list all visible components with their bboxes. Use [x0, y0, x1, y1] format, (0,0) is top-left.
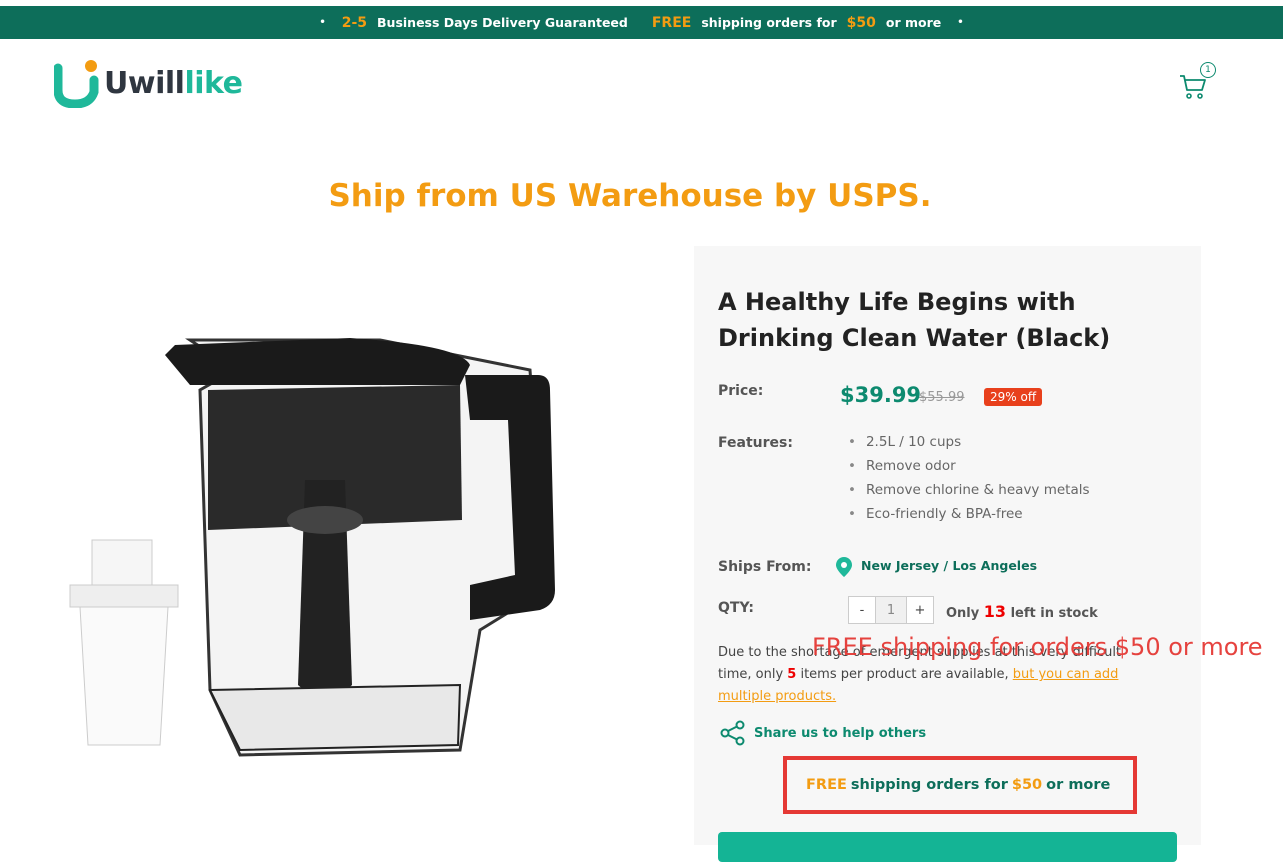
feature-item: 2.5L / 10 cups [848, 430, 1090, 454]
cart-count-badge: 1 [1200, 62, 1216, 78]
share-icon [720, 720, 745, 746]
quantity-stepper: - 1 + [848, 596, 934, 624]
cart-button[interactable]: 1 [1178, 62, 1218, 102]
feature-item: Eco-friendly & BPA-free [848, 502, 1090, 526]
product-title: A Healthy Life Begins with Drinking Clea… [718, 288, 1111, 352]
feature-item: Remove odor [848, 454, 1090, 478]
free-shipping-overlay: FREE shipping for orders $50 or more [812, 633, 1263, 661]
qty-label: QTY: [718, 600, 754, 616]
ships-from-label: Ships From: [718, 559, 812, 575]
qty-decrease-button[interactable]: - [848, 596, 876, 624]
ship-heading: Ship from US Warehouse by USPS. [328, 178, 932, 214]
price: $39.99 [840, 383, 922, 407]
feature-item: Remove chlorine & heavy metals [848, 478, 1090, 502]
free-text: FREE [651, 14, 692, 31]
qty-input[interactable]: 1 [876, 596, 906, 624]
qty-increase-button[interactable]: + [906, 596, 934, 624]
share-link[interactable]: Share us to help others [720, 720, 926, 746]
ships-from-value: New Jersey / Los Angeles [861, 558, 1038, 573]
add-to-cart-button[interactable] [718, 832, 1177, 862]
bullet-left: • [319, 17, 326, 28]
location-pin-icon [836, 557, 852, 577]
announcement-bar: • 2-5 Business Days Delivery Guaranteed … [0, 6, 1283, 39]
old-price: $55.99 [919, 390, 965, 405]
delivery-days: 2-5 [341, 14, 368, 31]
price-label: Price: [718, 383, 764, 399]
shipping-text: shipping orders for [701, 15, 837, 30]
discount-badge: 29% off [984, 388, 1043, 406]
free-shipping-box: FREE shipping orders for $50 or more [783, 756, 1137, 814]
delivery-text: Business Days Delivery Guaranteed [377, 15, 628, 30]
bullet-right: • [957, 17, 964, 28]
logo-mark-icon [54, 60, 99, 108]
features-list: 2.5L / 10 cups Remove odor Remove chlori… [848, 430, 1090, 526]
logo-text: Uwilllike [104, 65, 243, 101]
site-logo[interactable]: Uwilllike [54, 58, 243, 108]
free-amount: $50 [846, 14, 876, 31]
share-text: Share us to help others [754, 725, 927, 741]
product-image [69, 338, 555, 757]
stock-info: Only 13 left in stock [946, 602, 1098, 621]
features-label: Features: [718, 435, 793, 451]
or-more-text: or more [885, 15, 942, 30]
